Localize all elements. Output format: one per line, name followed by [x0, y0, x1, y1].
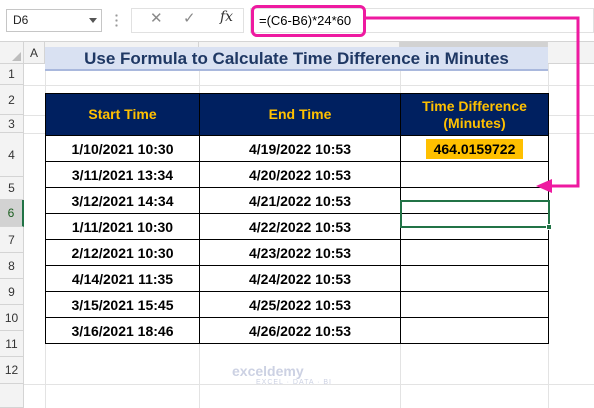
drag-handle-icon[interactable] [115, 13, 118, 28]
table-row: 1/10/2021 10:30 4/19/2022 10:53 464.0159… [45, 135, 549, 162]
row-header-9[interactable]: 9 [0, 279, 24, 305]
start-time-cell[interactable]: 1/10/2021 10:30 [45, 135, 200, 162]
table-row: 3/11/2021 13:34 4/20/2022 10:53 [45, 161, 549, 188]
time-difference-cell[interactable] [400, 239, 549, 266]
watermark-logo: exceldemy EXCEL · DATA · BI [232, 363, 332, 386]
formula-bar: D6 ✕ ✓ fx =(C6-B6)*24*60 [0, 0, 594, 42]
header-start-time[interactable]: Start Time [45, 93, 200, 136]
watermark-name: exceldemy [232, 363, 304, 379]
start-time-cell[interactable]: 3/12/2021 14:34 [45, 187, 200, 214]
formula-text[interactable]: =(C6-B6)*24*60 [259, 13, 351, 28]
row-header-1[interactable]: 1 [0, 64, 24, 85]
end-time-cell[interactable]: 4/22/2022 10:53 [199, 213, 401, 240]
end-time-cell[interactable]: 4/21/2022 10:53 [199, 187, 401, 214]
select-all-button[interactable] [0, 42, 24, 64]
row-header-3[interactable]: 3 [0, 115, 24, 133]
sheet-title[interactable]: Use Formula to Calculate Time Difference… [45, 47, 548, 71]
end-time-cell[interactable]: 4/24/2022 10:53 [199, 265, 401, 292]
end-time-cell[interactable]: 4/20/2022 10:53 [199, 161, 401, 188]
header-time-difference[interactable]: Time Difference (Minutes) [400, 93, 549, 136]
end-time-cell[interactable]: 4/26/2022 10:53 [199, 317, 401, 344]
watermark-tagline: EXCEL · DATA · BI [256, 379, 332, 386]
table-row: 3/15/2021 15:45 4/25/2022 10:53 [45, 291, 549, 318]
table-row: 3/16/2021 18:46 4/26/2022 10:53 [45, 317, 549, 344]
end-time-cell[interactable]: 4/19/2022 10:53 [199, 135, 401, 162]
insert-function-icon[interactable]: fx [220, 9, 233, 25]
table-row: 2/12/2021 10:30 4/23/2022 10:53 [45, 239, 549, 266]
fill-handle[interactable] [546, 224, 552, 230]
start-time-cell[interactable]: 4/14/2021 11:35 [45, 265, 200, 292]
enter-icon[interactable]: ✓ [183, 9, 196, 27]
name-box-value: D6 [13, 13, 29, 27]
column-header-e[interactable] [548, 42, 594, 64]
time-difference-cell[interactable] [400, 291, 549, 318]
row-header-12[interactable]: 12 [0, 357, 24, 384]
time-difference-cell[interactable] [400, 317, 549, 344]
row-header-11[interactable]: 11 [0, 331, 24, 357]
column-header-a[interactable]: A [24, 42, 45, 64]
gridline [24, 85, 594, 86]
row-header-6[interactable]: 6 [0, 200, 24, 227]
chevron-down-icon[interactable] [89, 18, 97, 23]
row-header-13[interactable] [0, 384, 24, 408]
time-difference-cell[interactable] [400, 161, 549, 188]
row-header-8[interactable]: 8 [0, 253, 24, 279]
row-header-5[interactable]: 5 [0, 177, 24, 200]
time-difference-cell[interactable] [400, 265, 549, 292]
header-end-time[interactable]: End Time [199, 93, 401, 136]
table-row: 4/14/2021 11:35 4/24/2022 10:53 [45, 265, 549, 292]
row-header-2[interactable]: 2 [0, 85, 24, 115]
end-time-cell[interactable]: 4/25/2022 10:53 [199, 291, 401, 318]
row-header-4[interactable]: 4 [0, 133, 24, 177]
row-header-10[interactable]: 10 [0, 305, 24, 331]
start-time-cell[interactable]: 3/16/2021 18:46 [45, 317, 200, 344]
header-time-difference-line2: (Minutes) [443, 114, 506, 131]
start-time-cell[interactable]: 3/11/2021 13:34 [45, 161, 200, 188]
start-time-cell[interactable]: 3/15/2021 15:45 [45, 291, 200, 318]
start-time-cell[interactable]: 1/11/2021 10:30 [45, 213, 200, 240]
start-time-cell[interactable]: 2/12/2021 10:30 [45, 239, 200, 266]
table-header-row: Start Time End Time Time Difference (Min… [45, 93, 549, 136]
active-cell-selection[interactable] [400, 200, 550, 228]
row-header-7[interactable]: 7 [0, 227, 24, 253]
result-value: 464.0159722 [425, 138, 524, 159]
cancel-icon[interactable]: ✕ [150, 9, 163, 27]
end-time-cell[interactable]: 4/23/2022 10:53 [199, 239, 401, 266]
time-difference-cell[interactable]: 464.0159722 [400, 135, 549, 162]
header-time-difference-line1: Time Difference [422, 97, 527, 114]
name-box[interactable]: D6 [6, 9, 102, 32]
